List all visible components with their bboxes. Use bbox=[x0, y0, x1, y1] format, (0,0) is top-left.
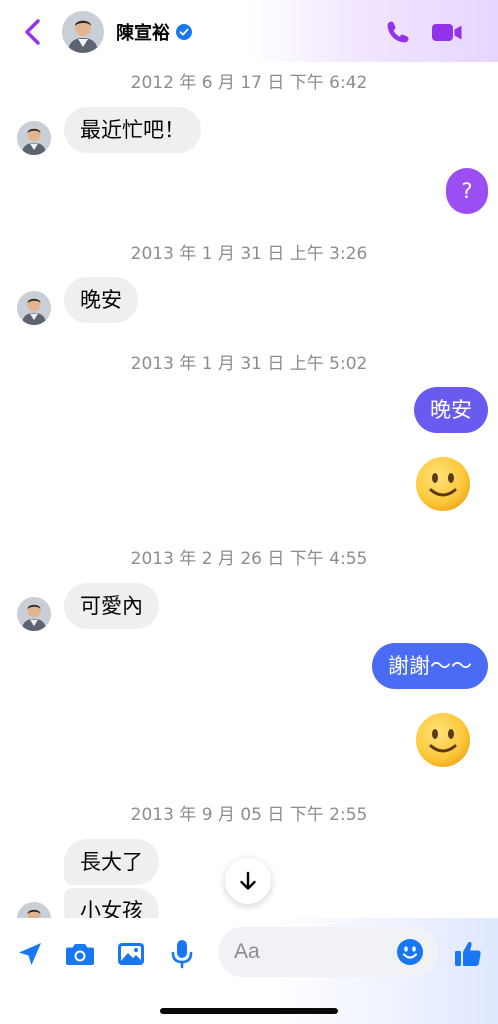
incoming-message[interactable]: 長大了 bbox=[64, 839, 159, 885]
verified-badge-icon bbox=[176, 24, 192, 40]
outgoing-message[interactable]: 晚安 bbox=[414, 387, 488, 433]
chat-header: 陳宣裕 bbox=[0, 0, 498, 62]
message-timestamp: 2012 年 6 月 17 日 下午 6:42 bbox=[130, 73, 368, 93]
gallery-button[interactable] bbox=[115, 938, 147, 970]
outgoing-message[interactable]: ? bbox=[446, 168, 488, 214]
emoji-icon[interactable] bbox=[396, 938, 424, 966]
incoming-message[interactable]: 可愛內 bbox=[64, 583, 159, 629]
microphone-icon bbox=[171, 940, 193, 969]
message-timestamp: 2013 年 9 月 05 日 下午 2:55 bbox=[130, 805, 368, 825]
gallery-icon bbox=[118, 943, 144, 965]
message-timestamp: 2013 年 1 月 31 日 上午 3:26 bbox=[130, 244, 368, 264]
sender-avatar[interactable] bbox=[17, 291, 51, 325]
slightly-smiling-face-icon[interactable] bbox=[414, 711, 472, 769]
location-arrow-icon bbox=[19, 943, 41, 965]
contact-name[interactable]: 陳宣裕 bbox=[116, 19, 170, 45]
sender-avatar[interactable] bbox=[17, 597, 51, 631]
thumbs-up-icon bbox=[455, 941, 481, 966]
incoming-message[interactable]: 最近忙吧！ bbox=[64, 107, 201, 153]
scroll-to-bottom-button[interactable] bbox=[225, 858, 271, 904]
camera-icon bbox=[66, 944, 94, 965]
video-call-icon[interactable] bbox=[430, 18, 464, 46]
message-timestamp: 2013 年 1 月 31 日 上午 5:02 bbox=[130, 354, 368, 374]
home-indicator bbox=[160, 1008, 338, 1014]
message-composer bbox=[0, 918, 498, 1024]
camera-button[interactable] bbox=[64, 938, 96, 970]
slightly-smiling-face-icon[interactable] bbox=[414, 455, 472, 513]
phone-call-icon[interactable] bbox=[384, 18, 412, 46]
message-timestamp: 2013 年 2 月 26 日 下午 4:55 bbox=[130, 549, 368, 569]
message-input[interactable] bbox=[234, 927, 384, 977]
outgoing-message[interactable]: 謝謝～～ bbox=[372, 643, 488, 689]
back-chevron-icon[interactable] bbox=[18, 14, 48, 50]
sender-avatar[interactable] bbox=[17, 121, 51, 155]
incoming-message[interactable]: 晚安 bbox=[64, 277, 138, 323]
voice-button[interactable] bbox=[166, 938, 198, 970]
message-input-container[interactable] bbox=[218, 927, 438, 977]
arrow-down-icon bbox=[240, 871, 256, 890]
like-button[interactable] bbox=[452, 938, 484, 970]
contact-avatar[interactable] bbox=[62, 11, 104, 53]
location-button[interactable] bbox=[14, 938, 46, 970]
